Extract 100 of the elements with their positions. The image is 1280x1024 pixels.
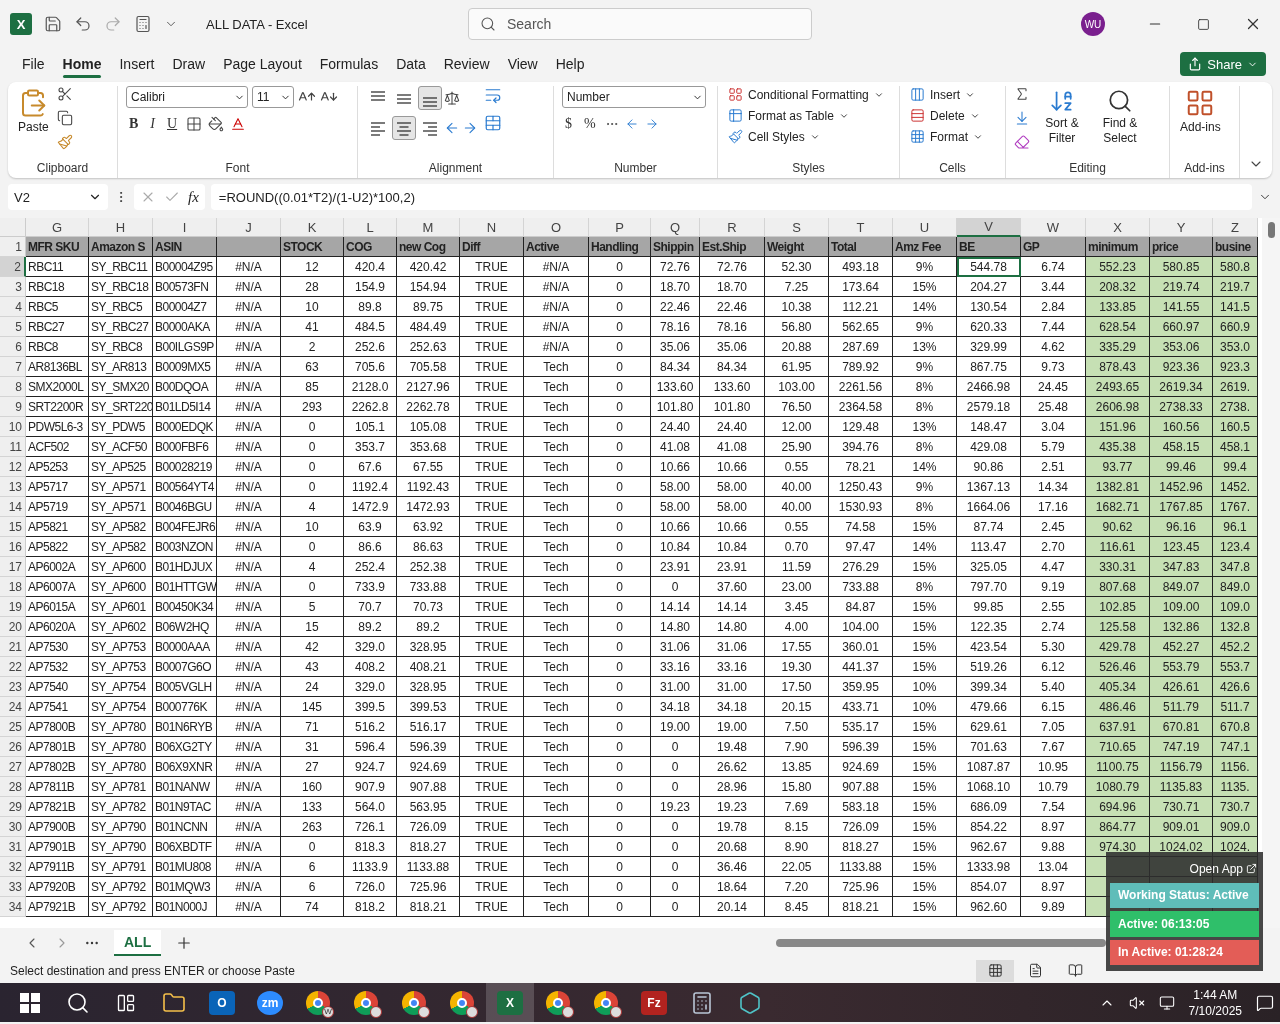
spreadsheet-app-icon[interactable]: X — [497, 990, 523, 1015]
increase-decimal-icon[interactable] — [624, 117, 639, 131]
row-header[interactable]: 1 — [0, 237, 26, 257]
clear-icon[interactable] — [1014, 134, 1030, 150]
row-header[interactable]: 24 — [0, 697, 26, 717]
row-header[interactable]: 7 — [0, 357, 26, 377]
column-header[interactable]: Y — [1150, 218, 1213, 237]
fill-icon[interactable] — [1014, 110, 1030, 126]
column-header[interactable]: Z — [1213, 218, 1258, 237]
row-header[interactable]: 32 — [0, 857, 26, 877]
column-header[interactable]: K — [281, 218, 344, 237]
wrap-text-icon[interactable] — [484, 86, 502, 104]
column-header[interactable]: N — [460, 218, 524, 237]
format-painter-icon[interactable] — [56, 134, 73, 150]
borders-icon[interactable] — [186, 116, 203, 132]
menu-tab[interactable]: Draw — [164, 50, 214, 78]
styles-menu-button[interactable]: Cell Styles — [726, 128, 822, 145]
row-header[interactable]: 6 — [0, 337, 26, 357]
row-header[interactable]: 16 — [0, 537, 26, 557]
formula-field[interactable]: =ROUND((0.01*T2)/(1-U2)*100,2) — [210, 184, 1252, 210]
menu-tab[interactable]: Insert — [111, 50, 163, 78]
open-app-link[interactable]: Open App — [1187, 858, 1259, 880]
folder-icon[interactable] — [162, 990, 186, 1015]
row-header[interactable]: 8 — [0, 377, 26, 397]
styles-menu-button[interactable]: Format as Table — [726, 107, 851, 124]
menu-tab[interactable]: Data — [388, 50, 434, 78]
row-header[interactable]: 30 — [0, 817, 26, 837]
sheet-tab[interactable]: ALL — [114, 930, 162, 956]
column-header[interactable]: G — [26, 218, 89, 237]
menu-tab[interactable]: Formulas — [311, 50, 387, 78]
muted-speaker-icon[interactable] — [1128, 994, 1145, 1011]
row-header[interactable]: 19 — [0, 597, 26, 617]
row-header[interactable]: 17 — [0, 557, 26, 577]
column-header[interactable]: U — [893, 218, 957, 237]
cells-menu-button[interactable]: Delete — [908, 107, 982, 124]
row-header[interactable]: 29 — [0, 797, 26, 817]
row-header[interactable]: 20 — [0, 617, 26, 637]
view-button[interactable] — [976, 959, 1014, 982]
column-header[interactable]: P — [589, 218, 651, 237]
cells-menu-button[interactable]: Insert — [908, 86, 977, 103]
clock-time[interactable]: 1:44 AM — [1193, 986, 1238, 1003]
row-header[interactable]: 14 — [0, 497, 26, 517]
row-header[interactable]: 13 — [0, 477, 26, 497]
column-header[interactable]: S — [765, 218, 829, 237]
fill-color-icon[interactable] — [208, 116, 225, 132]
styles-menu-button[interactable]: Conditional Formatting — [726, 86, 886, 103]
taskbar-button[interactable]: Fz — [630, 983, 678, 1022]
row-header[interactable]: 18 — [0, 577, 26, 597]
sum-icon[interactable] — [1014, 86, 1030, 102]
merge-icon[interactable] — [484, 114, 502, 132]
cells-menu-button[interactable]: Format — [908, 128, 985, 145]
menu-tab[interactable]: Home — [54, 50, 110, 78]
notifications-icon[interactable] — [1256, 993, 1274, 1012]
menu-tab[interactable]: Page Layout — [215, 50, 310, 78]
column-header[interactable]: H — [89, 218, 153, 237]
row-header[interactable]: 34 — [0, 897, 26, 917]
row-header[interactable]: 15 — [0, 517, 26, 537]
italic-button[interactable]: I — [147, 116, 158, 132]
editing-button[interactable]: Find & Select — [1094, 86, 1146, 161]
menu-tab[interactable]: Help — [547, 50, 593, 78]
column-header[interactable]: L — [344, 218, 397, 237]
percent-button[interactable]: % — [581, 116, 599, 132]
column-header[interactable]: X — [1086, 218, 1150, 237]
column-header[interactable]: O — [524, 218, 589, 237]
underline-button[interactable]: U — [164, 116, 181, 132]
row-header[interactable]: 31 — [0, 837, 26, 857]
row-header[interactable]: 33 — [0, 877, 26, 897]
row-header[interactable]: 5 — [0, 317, 26, 337]
row-header[interactable]: 25 — [0, 717, 26, 737]
calculator-icon[interactable] — [690, 990, 714, 1015]
menu-tab[interactable]: View — [499, 50, 546, 78]
font-name-field[interactable]: Calibri — [126, 86, 248, 108]
user-avatar[interactable]: WU — [1081, 12, 1105, 36]
clock-date[interactable]: 7/10/2025 — [1188, 1002, 1242, 1019]
paste-button[interactable]: Paste — [16, 86, 51, 161]
copy-icon[interactable] — [56, 110, 73, 126]
menu-tab[interactable]: Review — [435, 50, 498, 78]
name-box[interactable]: V2 — [8, 184, 108, 210]
taskbar-button[interactable]: X — [486, 983, 534, 1022]
row-header[interactable]: 9 — [0, 397, 26, 417]
row-header[interactable]: 22 — [0, 657, 26, 677]
add-ins-button[interactable]: Add-ins — [1178, 86, 1223, 161]
row-header[interactable]: 21 — [0, 637, 26, 657]
editing-button[interactable]: Sort & Filter — [1036, 86, 1088, 161]
column-header[interactable]: V — [957, 218, 1021, 237]
bold-button[interactable]: B — [126, 116, 142, 132]
ftp-app-icon[interactable]: Fz — [641, 990, 667, 1015]
row-header[interactable]: 12 — [0, 457, 26, 477]
insert-function-button[interactable]: fx — [188, 188, 199, 206]
increase-indent-icon[interactable] — [462, 120, 478, 136]
undo-icon[interactable] — [74, 15, 92, 33]
network-icon[interactable] — [1158, 994, 1175, 1011]
decrease-indent-icon[interactable] — [444, 120, 460, 136]
calculator-icon[interactable] — [134, 15, 152, 33]
maximize-icon[interactable] — [1197, 17, 1210, 31]
windows-logo-icon[interactable] — [20, 992, 40, 1013]
row-header[interactable]: 2 — [0, 257, 26, 277]
save-icon[interactable] — [44, 15, 62, 33]
scissors-icon[interactable] — [56, 86, 73, 102]
task-view-icon[interactable] — [116, 992, 136, 1013]
